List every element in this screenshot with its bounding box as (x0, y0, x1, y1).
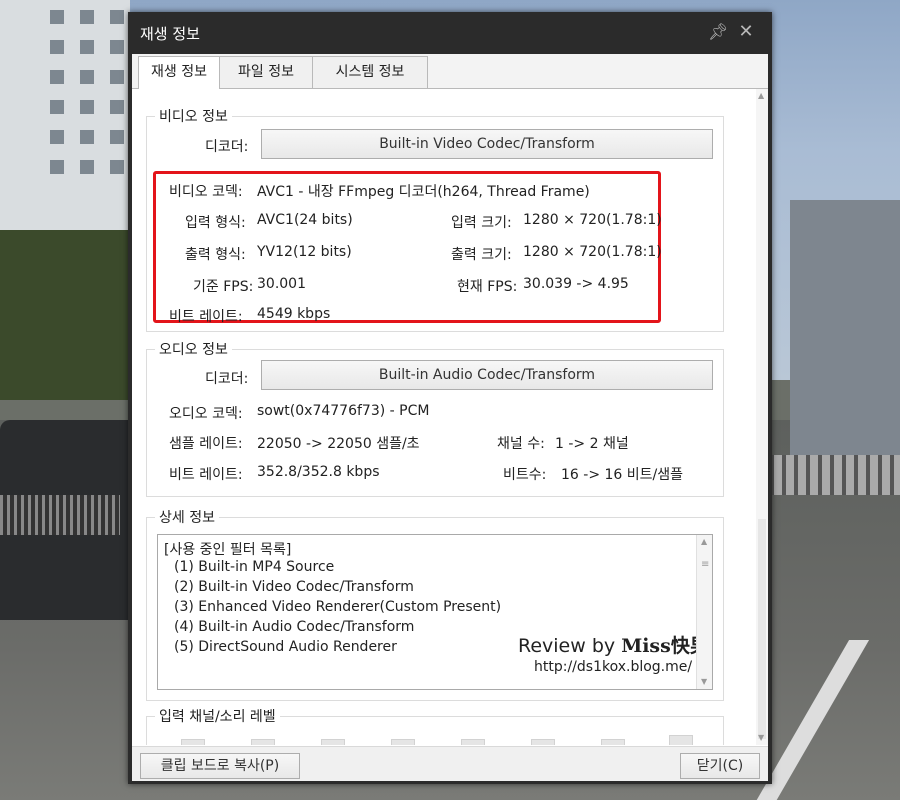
input-size-label: 입력 크기: (451, 215, 512, 231)
list-item: (3) Enhanced Video Renderer(Custom Prese… (174, 599, 502, 615)
base-fps-label: 기준 FPS: (193, 279, 254, 295)
playback-info-dialog: 재생 정보 📌︎ ✕ 재생 정보 파일 정보 시스템 정보 비디오 정보 디코더… (128, 12, 772, 784)
title-bar[interactable]: 재생 정보 📌︎ ✕ (128, 12, 772, 54)
scroll-down-icon[interactable]: ▼ (701, 677, 707, 686)
video-decoder-button[interactable]: Built-in Video Codec/Transform (261, 129, 713, 159)
video-decoder-label: 디코더: (205, 139, 249, 155)
level-bar (601, 739, 625, 745)
level-bar (461, 739, 485, 745)
current-fps-value: 30.039 -> 4.95 (523, 276, 629, 292)
current-fps-label: 현재 FPS: (457, 279, 518, 295)
level-bar (391, 739, 415, 745)
tab-file-info[interactable]: 파일 정보 (219, 56, 313, 88)
video-info-group: 비디오 정보 디코더: Built-in Video Codec/Transfo… (146, 106, 724, 332)
dialog-body: 재생 정보 파일 정보 시스템 정보 비디오 정보 디코더: Built-in … (132, 54, 768, 781)
dialog-footer: 클립 보드로 복사(P) 닫기(C) (132, 746, 768, 781)
list-item: (4) Built-in Audio Codec/Transform (174, 619, 415, 635)
sample-rate-value: 22050 -> 22050 샘플/초 (257, 436, 420, 452)
channels-value: 1 -> 2 채널 (555, 436, 629, 452)
audio-section-label: 오디오 정보 (155, 339, 232, 359)
watermark-prefix: Review by (518, 635, 616, 657)
filter-list-box[interactable]: [사용 중인 필터 목록] (1) Built-in MP4 Source (2… (157, 534, 713, 690)
video-bitrate-value: 4549 kbps (257, 306, 331, 322)
scroll-grip-icon[interactable]: ≡ (701, 559, 709, 570)
level-bar (251, 739, 275, 745)
scroll-thumb[interactable] (758, 519, 766, 739)
audio-codec-label: 오디오 코덱: (169, 406, 243, 422)
sample-rate-label: 샘플 레이트: (169, 436, 243, 452)
bits-value: 16 -> 16 비트/샘플 (561, 467, 683, 483)
scroll-down-icon[interactable]: ▼ (758, 733, 764, 742)
pin-icon[interactable]: 📌︎ (708, 22, 728, 42)
audio-bitrate-label: 비트 레이트: (169, 467, 243, 483)
audio-decoder-label: 디코더: (205, 371, 249, 387)
list-scrollbar[interactable]: ▲ ≡ ▼ (696, 535, 712, 689)
copy-to-clipboard-button[interactable]: 클립 보드로 복사(P) (140, 753, 300, 779)
video-section-label: 비디오 정보 (155, 106, 232, 126)
video-bitrate-label: 비트 레이트: (169, 309, 243, 325)
detail-section-label: 상세 정보 (155, 507, 219, 527)
tab-bar: 재생 정보 파일 정보 시스템 정보 (132, 54, 768, 89)
level-bar (669, 735, 693, 745)
level-bar (321, 739, 345, 745)
close-button[interactable]: 닫기(C) (680, 753, 760, 779)
channels-label: 채널 수: (497, 436, 545, 452)
output-format-label: 출력 형식: (185, 247, 246, 263)
window-title: 재생 정보 (140, 25, 200, 43)
content-scrollbar[interactable]: ▲ ▼ (756, 89, 768, 745)
scroll-up-icon[interactable]: ▲ (758, 91, 764, 100)
output-size-label: 출력 크기: (451, 247, 512, 263)
audio-decoder-button[interactable]: Built-in Audio Codec/Transform (261, 360, 713, 390)
watermark-url: http://ds1kox.blog.me/ (534, 659, 693, 675)
tab-content: 비디오 정보 디코더: Built-in Video Codec/Transfo… (132, 89, 754, 745)
audio-info-group: 오디오 정보 디코더: Built-in Audio Codec/Transfo… (146, 339, 724, 497)
close-icon[interactable]: ✕ (736, 22, 756, 42)
watermark: Review by Miss快男™ (518, 631, 712, 658)
audio-bitrate-value: 352.8/352.8 kbps (257, 464, 380, 480)
input-format-value: AVC1(24 bits) (257, 212, 353, 228)
level-bar (181, 739, 205, 745)
list-item: (5) DirectSound Audio Renderer (174, 639, 397, 655)
list-item: [사용 중인 필터 목록] (164, 542, 292, 558)
video-codec-value: AVC1 - 내장 FFmpeg 디코더(h264, Thread Frame) (257, 184, 590, 200)
base-fps-value: 30.001 (257, 276, 306, 292)
level-group: 입력 채널/소리 레벨 (146, 706, 724, 745)
tab-system-info[interactable]: 시스템 정보 (312, 56, 428, 88)
video-codec-label: 비디오 코덱: (169, 184, 243, 200)
output-format-value: YV12(12 bits) (257, 244, 352, 260)
audio-codec-value: sowt(0x74776f73) - PCM (257, 403, 430, 419)
output-size-value: 1280 × 720(1.78:1) (523, 244, 662, 260)
level-bar (531, 739, 555, 745)
level-meters (147, 717, 723, 745)
input-format-label: 입력 형식: (185, 215, 246, 231)
scroll-up-icon[interactable]: ▲ (701, 537, 707, 546)
list-item: (1) Built-in MP4 Source (174, 559, 335, 575)
detail-info-group: 상세 정보 [사용 중인 필터 목록] (1) Built-in MP4 Sou… (146, 507, 724, 701)
bits-label: 비트수: (503, 467, 547, 483)
tab-playback-info[interactable]: 재생 정보 (138, 56, 220, 89)
list-item: (2) Built-in Video Codec/Transform (174, 579, 414, 595)
input-size-value: 1280 × 720(1.78:1) (523, 212, 662, 228)
